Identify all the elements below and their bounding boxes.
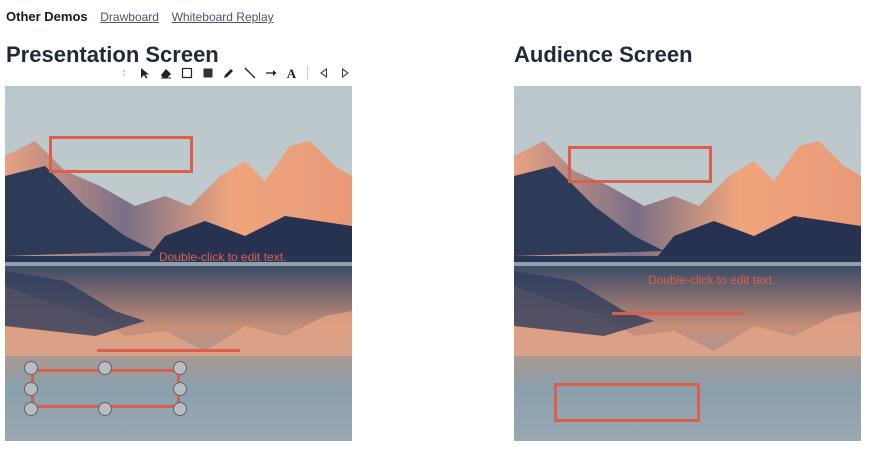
toolbar-separator — [307, 66, 308, 80]
eraser-icon[interactable] — [156, 64, 175, 82]
nav-brand: Other Demos — [6, 9, 88, 24]
resize-handle[interactable] — [98, 361, 112, 375]
drawing-toolbar: ⁞⁞ A — [112, 63, 360, 83]
text-tool-icon[interactable]: A — [282, 64, 301, 82]
resize-handle[interactable] — [24, 382, 38, 396]
annotation-text: Double-click to edit text. — [648, 273, 776, 287]
rectangle-icon[interactable] — [177, 64, 196, 82]
audience-screen-title: Audience Screen — [514, 42, 693, 67]
resize-handle[interactable] — [173, 361, 187, 375]
line-icon[interactable] — [240, 64, 259, 82]
nav-link-whiteboard-replay[interactable]: Whiteboard Replay — [172, 10, 274, 24]
presentation-canvas[interactable]: Double-click to edit text. — [5, 86, 352, 441]
resize-handle[interactable] — [173, 402, 187, 416]
annotation-rectangle — [568, 146, 712, 183]
select-cursor-icon[interactable] — [135, 64, 154, 82]
filled-rectangle-icon[interactable] — [198, 64, 217, 82]
undo-icon[interactable] — [314, 64, 333, 82]
presentation-annotations: Double-click to edit text. — [5, 86, 352, 441]
annotation-line — [612, 312, 744, 315]
annotation-text[interactable]: Double-click to edit text. — [159, 250, 286, 264]
annotation-rectangle[interactable] — [49, 136, 193, 173]
resize-handle[interactable] — [173, 382, 187, 396]
audience-annotations: Double-click to edit text. — [514, 86, 861, 441]
annotation-line[interactable] — [97, 349, 240, 352]
audience-canvas: Double-click to edit text. — [514, 86, 861, 441]
top-nav: Other Demos Drawboard Whiteboard Replay — [6, 9, 283, 24]
nav-link-drawboard[interactable]: Drawboard — [100, 10, 159, 24]
annotation-rectangle — [554, 383, 700, 422]
resize-handle[interactable] — [24, 402, 38, 416]
resize-handle[interactable] — [98, 402, 112, 416]
arrow-icon[interactable] — [261, 64, 280, 82]
drag-handle-icon[interactable]: ⁞⁞ — [114, 64, 133, 82]
pen-icon[interactable] — [219, 64, 238, 82]
redo-icon[interactable] — [335, 64, 354, 82]
resize-handle[interactable] — [24, 361, 38, 375]
